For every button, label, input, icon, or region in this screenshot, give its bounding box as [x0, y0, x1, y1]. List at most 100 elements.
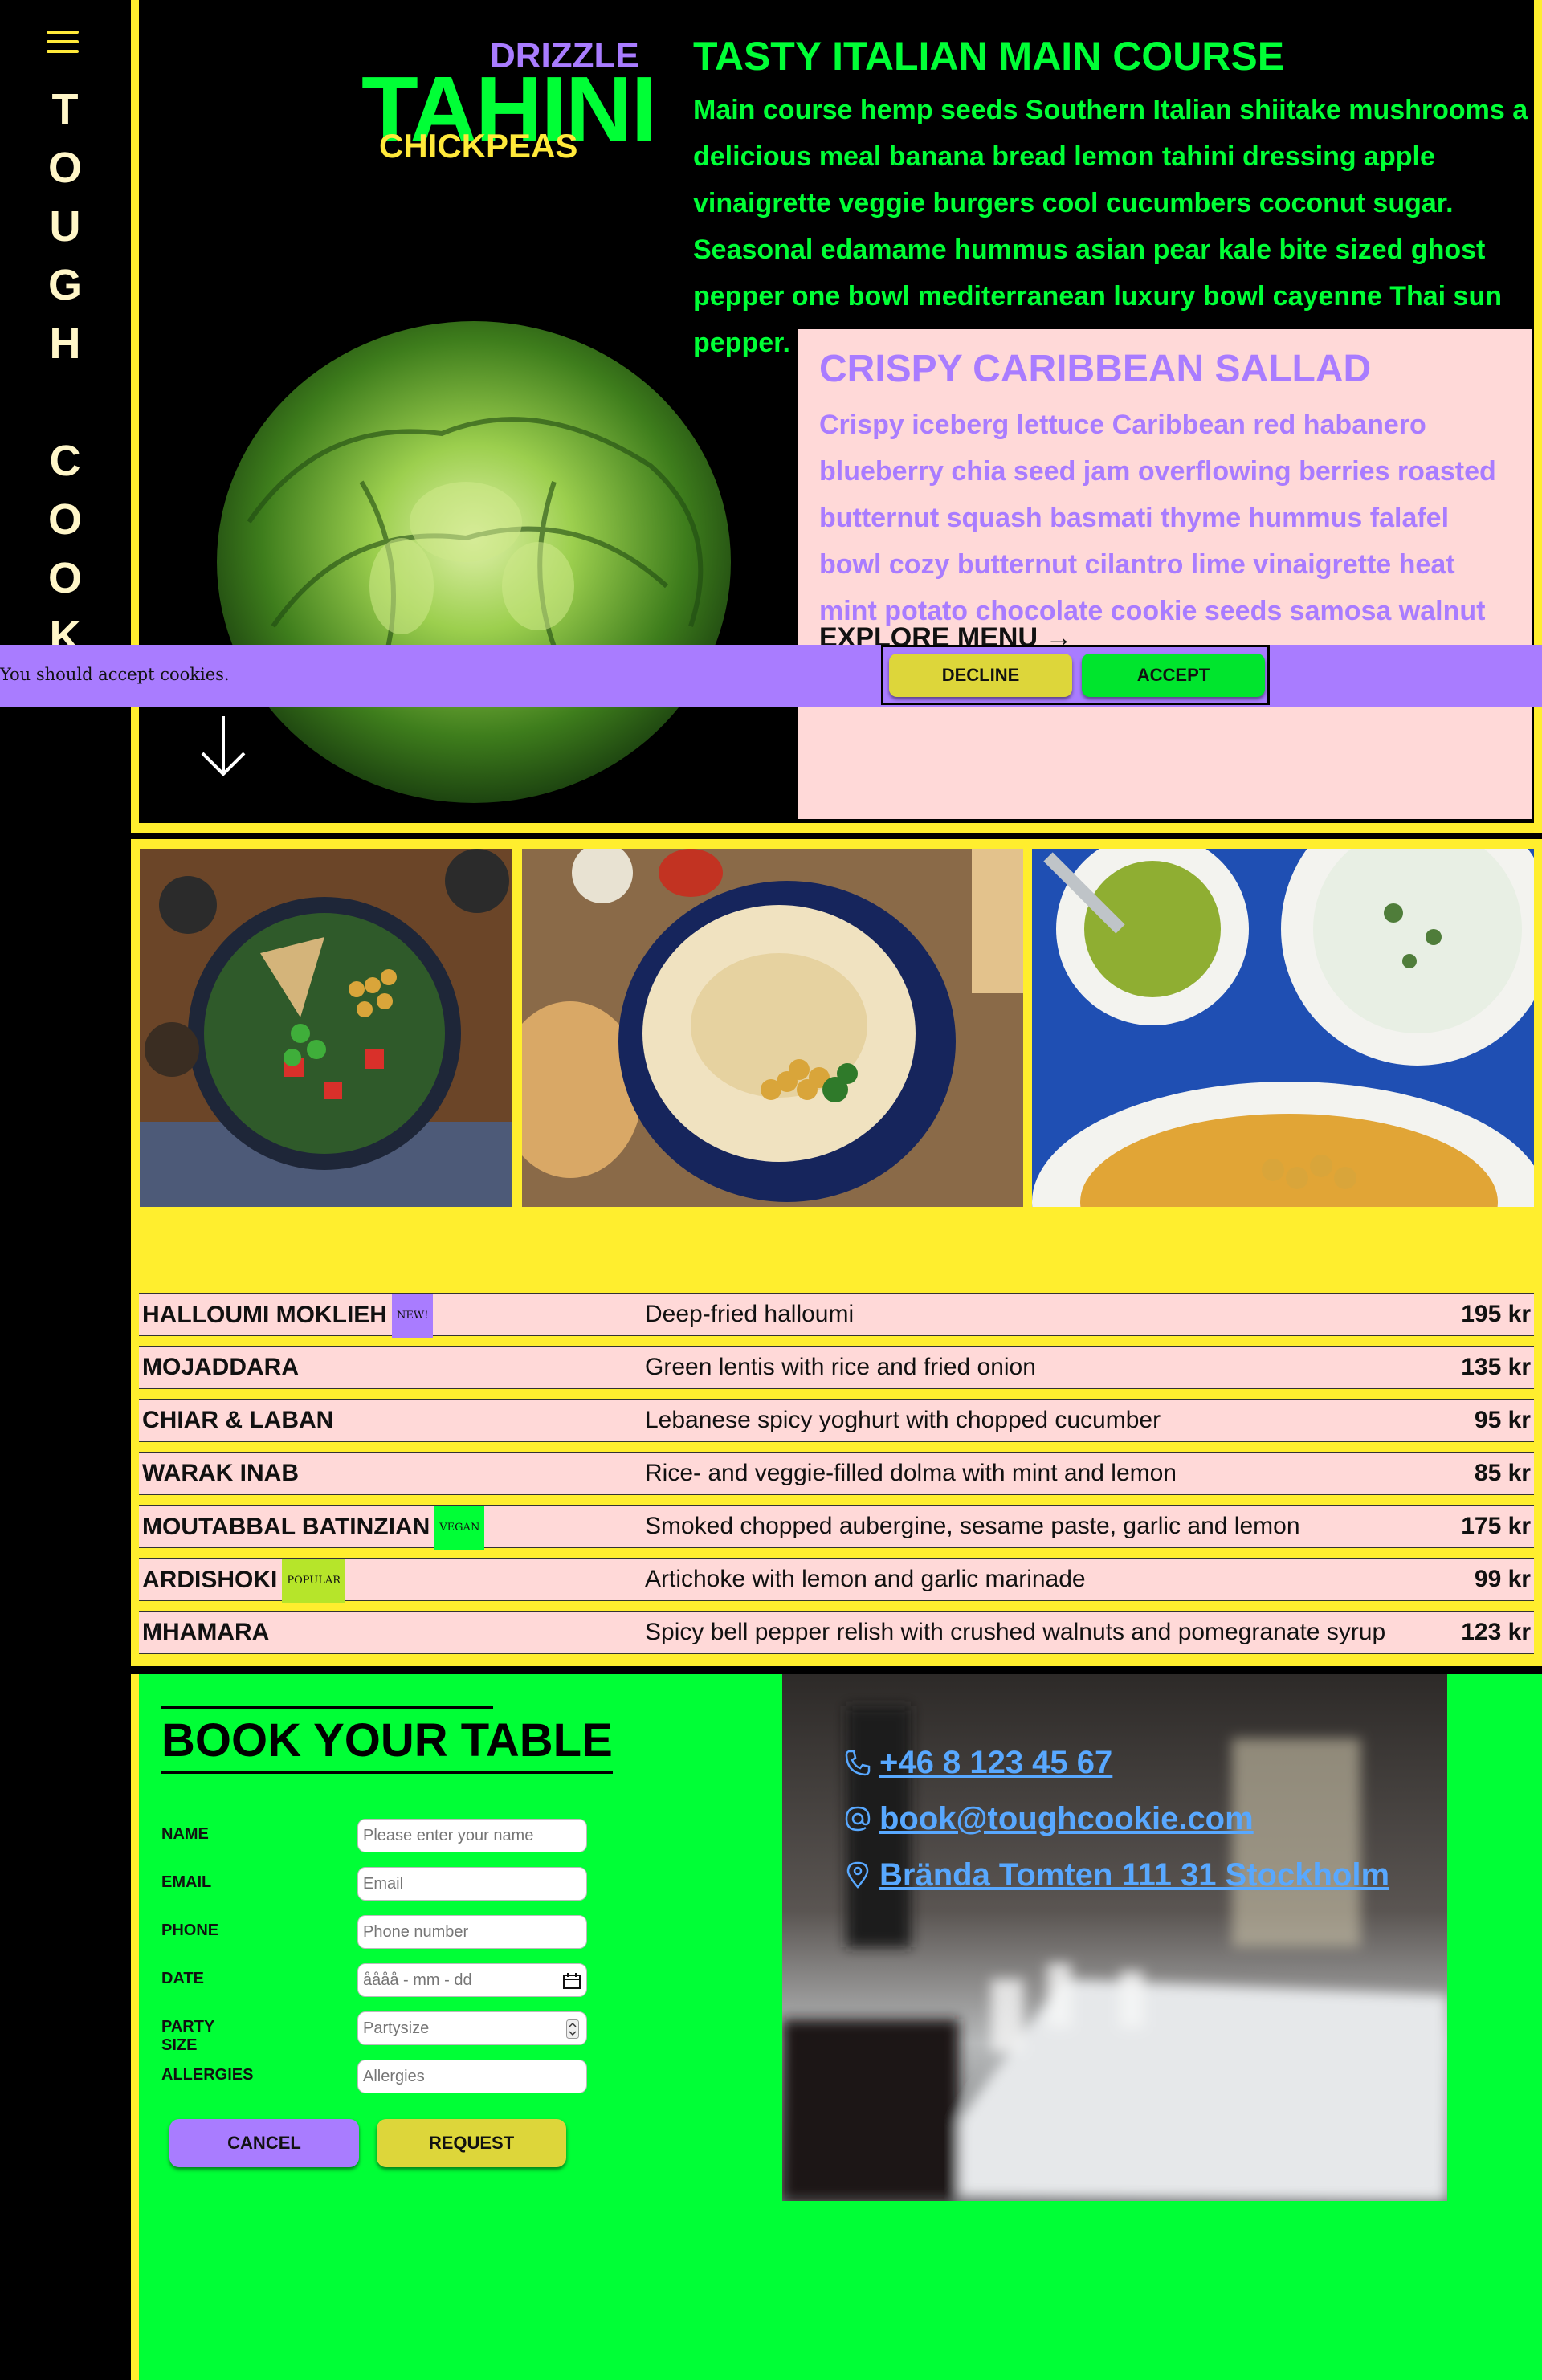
cookie-banner: You should accept cookies. DECLINE ACCEP…	[0, 645, 1542, 707]
dish-description: Deep-fried halloumi	[645, 1301, 855, 1327]
contact-address-link[interactable]: Brända Tomten 111 31 Stockholm	[844, 1857, 1389, 1893]
request-button[interactable]: REQUEST	[377, 2119, 566, 2167]
contact-address: Brända Tomten 111 31 Stockholm	[879, 1857, 1390, 1893]
menu-row: MOJADDARA Green lentis with rice and frie…	[139, 1346, 1534, 1389]
dish-description: Artichoke with lemon and garlic marinade	[645, 1566, 1086, 1592]
calendar-icon[interactable]	[563, 1973, 581, 1989]
dish-name-text: MOJADDARA	[142, 1354, 299, 1380]
cancel-button[interactable]: CANCEL	[169, 2119, 359, 2167]
dish-description: Rice- and veggie-filled dolma with mint …	[645, 1460, 1177, 1486]
dish-price: 95 kr	[1474, 1407, 1531, 1433]
brand-letter: G	[48, 261, 83, 309]
cookie-actions: DECLINE ACCEPT	[881, 645, 1270, 705]
scroll-down-arrow-icon[interactable]	[199, 715, 247, 779]
menu-section: HALLOUMI MOKLIEH NEW! Deep-fried halloumi 1…	[131, 839, 1542, 1666]
salad-card: CRISPY CARIBBEAN SALLAD Crispy iceberg l…	[798, 329, 1532, 819]
dish-name: ARDISHOKI POPULAR	[142, 1559, 346, 1603]
name-input[interactable]	[357, 1819, 587, 1852]
booking-panel: BOOK YOUR TABLE NAME EMAIL PHONE DATE	[139, 1674, 1542, 2380]
email-label: EMAIL	[161, 1873, 212, 1891]
menu-row: WARAK INAB Rice- and veggie-filled dolma …	[139, 1452, 1534, 1495]
dish-name-text: MOUTABBAL BATINZIAN	[142, 1513, 430, 1540]
phone-input[interactable]	[357, 1915, 587, 1949]
name-label: NAME	[161, 1825, 209, 1843]
email-input[interactable]	[357, 1867, 587, 1901]
date-label: DATE	[161, 1970, 204, 1987]
menu-row: MHAMARA Spicy bell pepper relish with cru…	[139, 1611, 1534, 1654]
menu-row: ARDISHOKI POPULAR Artichoke with lemon and…	[139, 1558, 1534, 1603]
brand-letter: U	[49, 202, 81, 251]
mezze-dishes-photo	[1032, 849, 1534, 1207]
logo-chickpeas-text: CHICKPEAS	[379, 127, 578, 165]
contact-email: book@toughcookie.com	[879, 1801, 1254, 1836]
brand-letter: T	[51, 85, 79, 133]
phone-icon	[845, 1750, 871, 1776]
dish-name-text: WARAK INAB	[142, 1460, 299, 1486]
dish-name-text: ARDISHOKI	[142, 1566, 278, 1593]
main-course-title: TASTY ITALIAN MAIN COURSE	[693, 34, 1285, 79]
dish-badge: POPULAR	[282, 1559, 346, 1603]
brand-letter: H	[49, 320, 81, 368]
allergies-input[interactable]	[357, 2060, 587, 2093]
phone-label: PHONE	[161, 1922, 219, 1939]
allergies-label: ALLERGIES	[161, 2066, 254, 2084]
salad-bowl-photo	[140, 849, 512, 1207]
contact-email-link[interactable]: book@toughcookie.com	[844, 1801, 1254, 1837]
dish-name: MOUTABBAL BATINZIAN VEGAN	[142, 1506, 485, 1550]
dish-name: CHIAR & LABAN	[142, 1400, 333, 1441]
main-course-card: TASTY ITALIAN MAIN COURSE Main course he…	[693, 32, 1528, 366]
dish-name-text: MHAMARA	[142, 1619, 270, 1645]
sidebar: T O U G H C O O K	[0, 0, 131, 2380]
section-divider	[131, 1666, 1542, 1674]
dish-name: MOJADDARA	[142, 1347, 299, 1388]
dish-name: WARAK INAB	[142, 1453, 299, 1494]
contact-phone: +46 8 123 45 67	[879, 1745, 1113, 1780]
party-size-label: PARTY SIZE	[161, 2018, 214, 2054]
tahini-logo: DRIZZLE TAHINI CHICKPEAS	[233, 32, 657, 177]
date-input[interactable]	[357, 1963, 587, 1997]
salad-title: CRISPY CARIBBEAN SALLAD	[819, 348, 1372, 390]
main-course-text: Main course hemp seeds Southern Italian …	[693, 95, 1528, 358]
brand-letter: O	[48, 554, 83, 602]
dish-description: Lebanese spicy yoghurt with chopped cucu…	[645, 1407, 1161, 1433]
accept-button[interactable]: ACCEPT	[1082, 654, 1265, 697]
dish-description: Smoked chopped aubergine, sesame paste, …	[645, 1513, 1300, 1539]
dish-name-text: CHIAR & LABAN	[142, 1407, 334, 1433]
cookie-message: You should accept cookies.	[0, 665, 230, 684]
booking-section: BOOK YOUR TABLE NAME EMAIL PHONE DATE	[131, 1674, 1542, 2380]
dish-price: 135 kr	[1461, 1354, 1531, 1380]
party-size-input[interactable]	[357, 2011, 587, 2045]
lettuce-image	[217, 321, 731, 803]
booking-form: BOOK YOUR TABLE NAME EMAIL PHONE DATE	[161, 1706, 613, 2167]
menu-row: CHIAR & LABAN Lebanese spicy yoghurt with…	[139, 1399, 1534, 1442]
brand-vertical-text: T O U G H C O O K	[48, 80, 82, 666]
contact-phone-link[interactable]: +46 8 123 45 67	[844, 1745, 1112, 1781]
dish-price: 195 kr	[1461, 1301, 1531, 1327]
brand-letter: O	[48, 144, 83, 192]
dish-name-text: HALLOUMI MOKLIEH	[142, 1301, 387, 1328]
dish-badge: NEW!	[391, 1294, 434, 1338]
dish-description: Green lentis with rice and fried onion	[645, 1354, 1036, 1380]
dish-price: 175 kr	[1461, 1513, 1531, 1539]
dish-price: 123 kr	[1461, 1619, 1531, 1645]
decline-button[interactable]: DECLINE	[889, 654, 1072, 697]
at-sign-icon	[845, 1806, 871, 1832]
menu-table: HALLOUMI MOKLIEH NEW! Deep-fried halloumi 1…	[139, 1293, 1534, 1664]
number-spinner-icon[interactable]	[566, 2019, 579, 2039]
dish-price: 85 kr	[1474, 1460, 1531, 1486]
dish-name: MHAMARA	[142, 1612, 269, 1653]
brand-letter: C	[49, 437, 81, 485]
menu-row: MOUTABBAL BATINZIAN VEGAN Smoked chopped a…	[139, 1505, 1534, 1550]
hummus-plate-photo	[522, 849, 1023, 1207]
brand-letter	[48, 373, 82, 432]
hamburger-menu-icon[interactable]	[47, 29, 79, 55]
dish-name: HALLOUMI MOKLIEH NEW!	[142, 1294, 434, 1338]
menu-row: HALLOUMI MOKLIEH NEW! Deep-fried halloumi 1…	[139, 1293, 1534, 1338]
location-pin-icon	[846, 1861, 869, 1889]
brand-letter: O	[48, 495, 83, 544]
dish-description: Spicy bell pepper relish with crushed wa…	[645, 1619, 1386, 1645]
section-divider	[131, 833, 1542, 839]
title-rule	[161, 1706, 493, 1709]
booking-title: BOOK YOUR TABLE	[161, 1714, 613, 1774]
dish-badge: VEGAN	[434, 1506, 485, 1550]
